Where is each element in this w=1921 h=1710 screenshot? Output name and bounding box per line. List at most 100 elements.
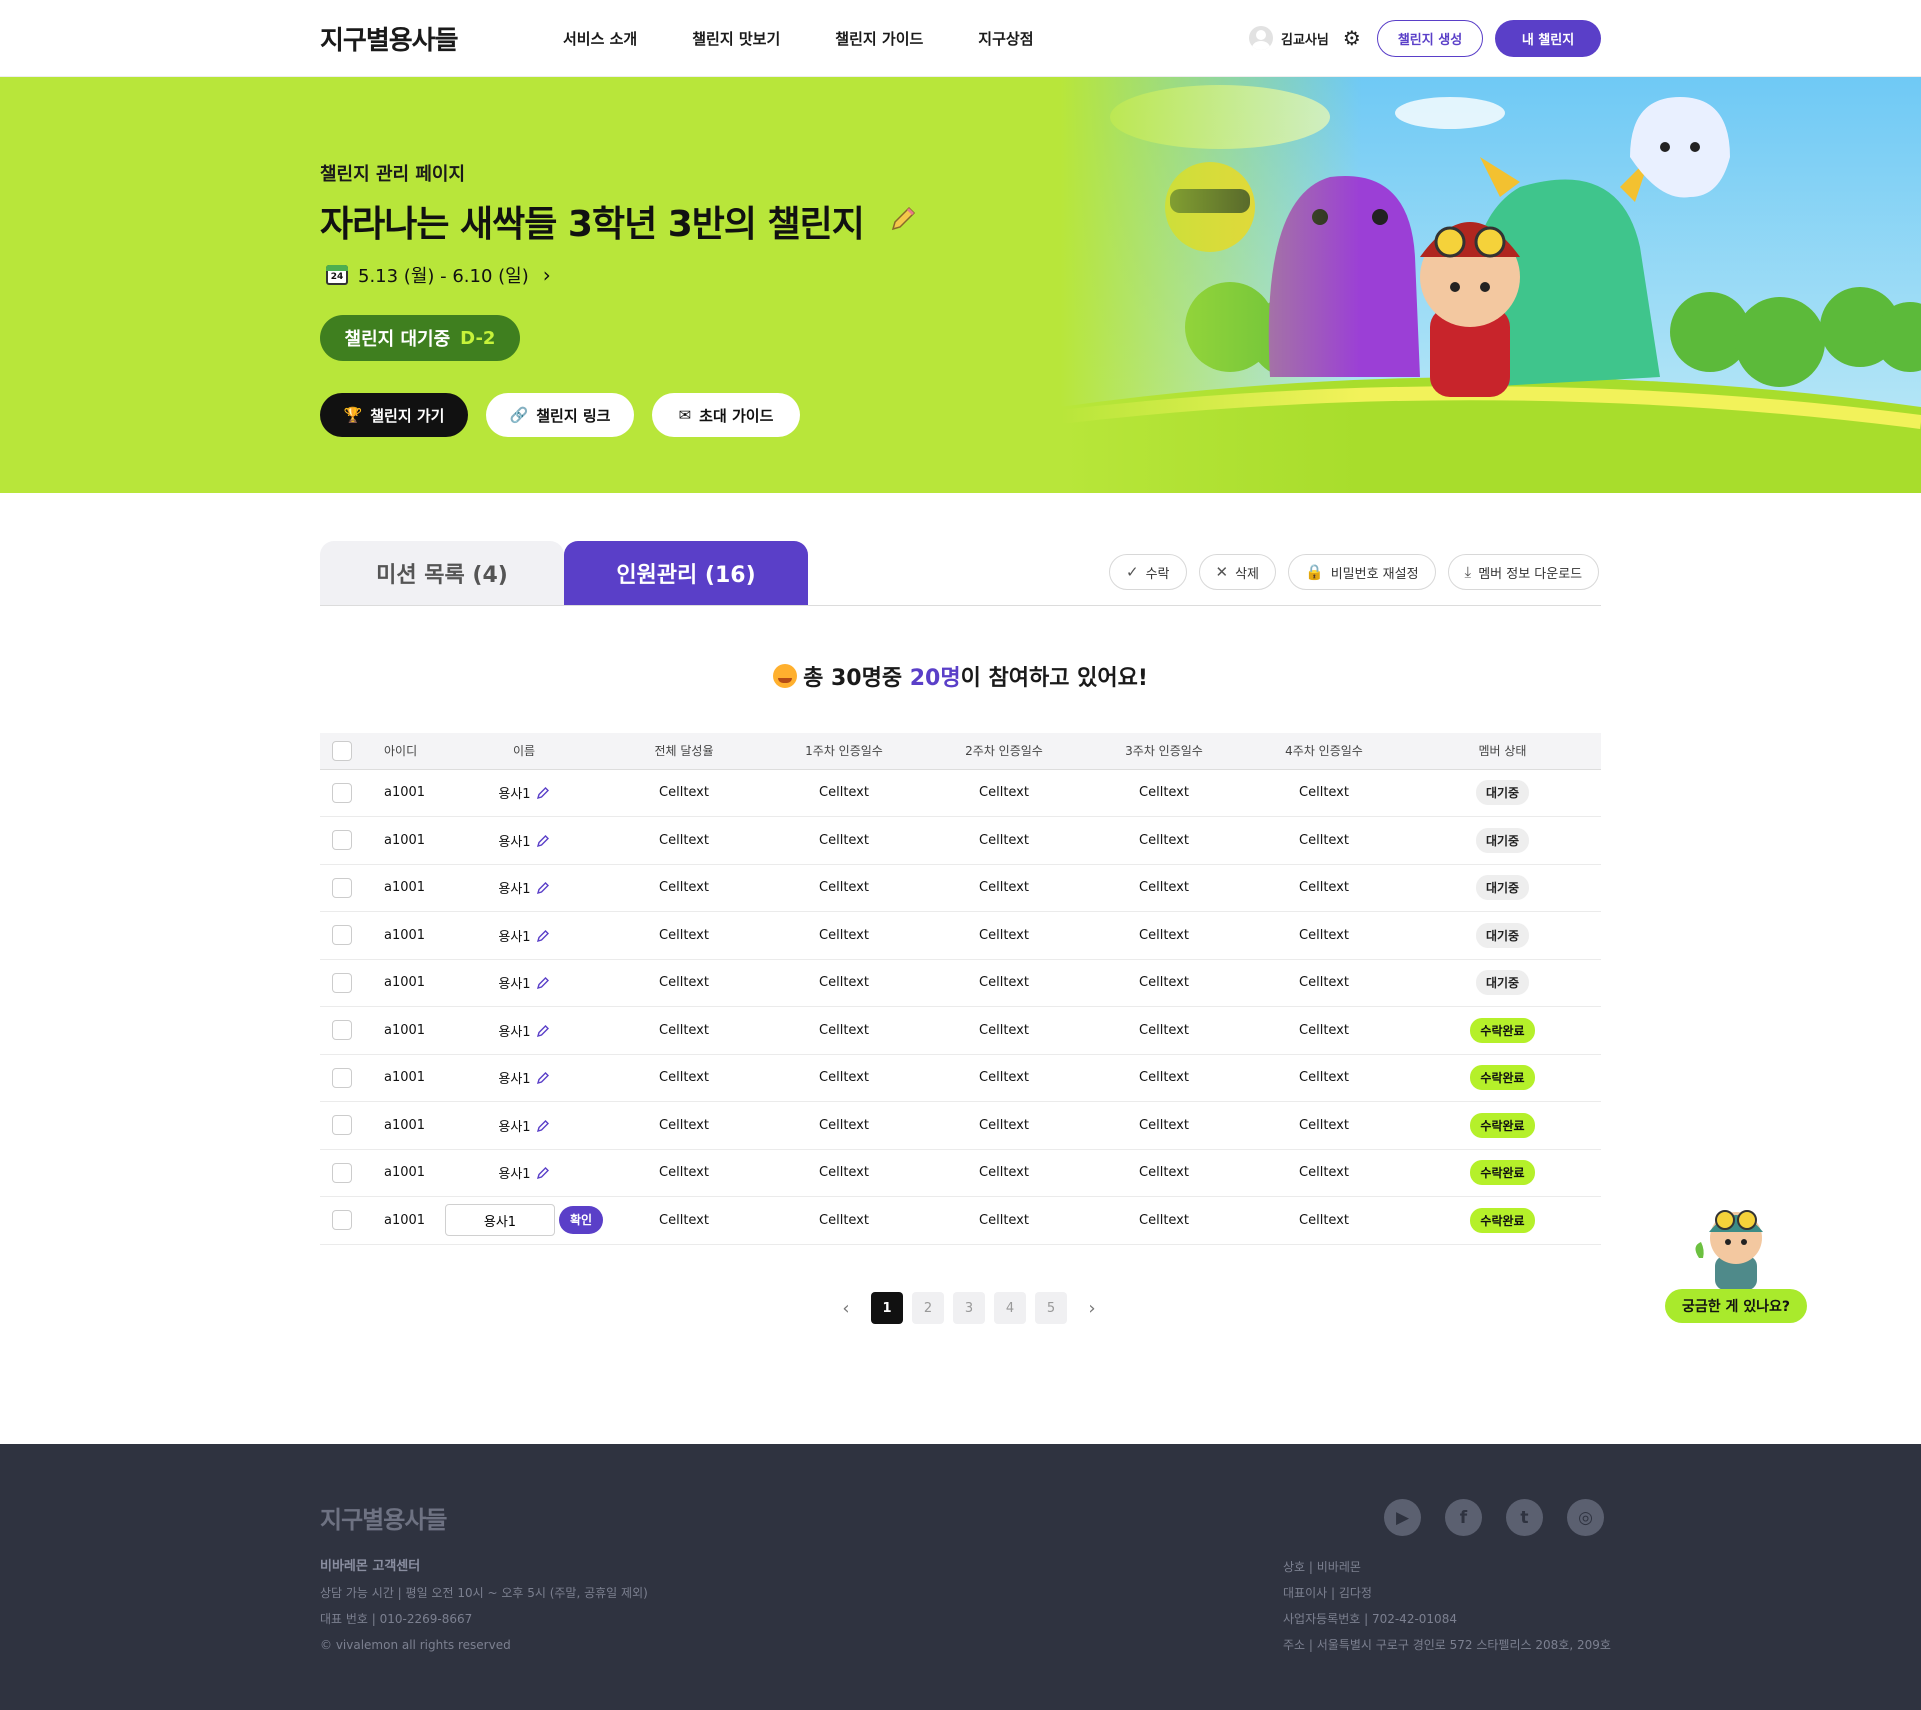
page-1[interactable]: 1 bbox=[871, 1292, 903, 1324]
row-checkbox[interactable] bbox=[332, 1020, 352, 1041]
table-row-editing[interactable]: a1001확인CelltextCelltextCelltextCelltextC… bbox=[320, 1196, 1601, 1245]
main-nav: 서비스 소개 챌린지 맛보기 챌린지 가이드 지구상점 bbox=[563, 28, 1089, 49]
row-checkbox[interactable] bbox=[332, 925, 352, 946]
nav-shop[interactable]: 지구상점 bbox=[978, 28, 1033, 49]
page-2[interactable]: 2 bbox=[912, 1292, 944, 1324]
row-checkbox[interactable] bbox=[332, 830, 352, 851]
go-challenge-button[interactable]: 🏆 챌린지 가기 bbox=[320, 393, 468, 437]
challenge-link-button[interactable]: 🔗 챌린지 링크 bbox=[486, 393, 634, 437]
cell-name: 용사1 bbox=[444, 911, 604, 960]
accept-button[interactable]: ✓ 수락 bbox=[1109, 554, 1187, 590]
nav-challenge-preview[interactable]: 챌린지 맛보기 bbox=[692, 28, 780, 49]
table-row[interactable]: a1001 용사1 Celltext Celltext Celltext Celltext… bbox=[320, 959, 1601, 1007]
status-badge: 챌린지 대기중 D-2 bbox=[320, 315, 520, 361]
edit-icon[interactable] bbox=[536, 834, 550, 848]
mail-icon: ✉ bbox=[678, 406, 692, 424]
edit-icon[interactable] bbox=[536, 929, 550, 943]
table-row[interactable]: a1001 용사1 Celltext Celltext Celltext Celltext… bbox=[320, 911, 1601, 960]
nav-service-intro[interactable]: 서비스 소개 bbox=[563, 28, 637, 49]
edit-icon[interactable] bbox=[536, 1119, 550, 1133]
row-checkbox[interactable] bbox=[332, 782, 352, 803]
delete-button[interactable]: ✕ 삭제 bbox=[1198, 554, 1276, 590]
cell-week4: Celltext bbox=[1244, 1196, 1404, 1245]
row-checkbox[interactable] bbox=[332, 877, 352, 898]
row-checkbox[interactable] bbox=[332, 972, 352, 993]
nav-challenge-guide[interactable]: 챌린지 가이드 bbox=[835, 28, 923, 49]
gear-icon[interactable]: ⚙ bbox=[1343, 26, 1361, 50]
row-checkbox[interactable] bbox=[332, 1162, 352, 1183]
footer-center-title: 비바레몬 고객센터 bbox=[320, 1559, 421, 1574]
top-header: 지구별용사들 서비스 소개 챌린지 맛보기 챌린지 가이드 지구상점 김교사님 … bbox=[0, 0, 1921, 77]
table-row[interactable]: a1001 용사1 Celltext Celltext Celltext Celltext… bbox=[320, 769, 1601, 817]
cell-week1: Celltext bbox=[764, 1149, 924, 1197]
tab-missions[interactable]: 미션 목록 (4) bbox=[320, 541, 564, 605]
invite-guide-button[interactable]: ✉ 초대 가이드 bbox=[652, 393, 800, 437]
create-challenge-button[interactable]: 챌린지 생성 bbox=[1377, 20, 1483, 57]
edit-icon[interactable] bbox=[536, 786, 550, 800]
summary-prefix: 총 30명중 bbox=[803, 666, 910, 691]
confirm-button[interactable]: 확인 bbox=[559, 1206, 603, 1235]
row-checkbox[interactable] bbox=[332, 1210, 352, 1231]
cell-week4: Celltext bbox=[1244, 959, 1404, 1007]
youtube-icon[interactable]: ▶ bbox=[1384, 1499, 1421, 1536]
col-week1: 1주차 인증일수 bbox=[764, 733, 924, 770]
table-row[interactable]: a1001 용사1 Celltext Celltext Celltext Celltext… bbox=[320, 1149, 1601, 1197]
cell-week1: Celltext bbox=[764, 769, 924, 817]
cell-week1: Celltext bbox=[764, 816, 924, 865]
table-row[interactable]: a1001 용사1 Celltext Celltext Celltext Celltext… bbox=[320, 1101, 1601, 1150]
member-name: 용사1 bbox=[498, 1119, 531, 1135]
cell-week2: Celltext bbox=[924, 1101, 1084, 1150]
row-checkbox[interactable] bbox=[332, 1067, 352, 1088]
cell-name: 용사1 bbox=[444, 1149, 604, 1197]
member-actions: ✓ 수락 ✕ 삭제 🔒 비밀번호 재설정 ⤓ 멤버 정보 다운로드 bbox=[1109, 554, 1600, 590]
table-row[interactable]: a1001 용사1 Celltext Celltext Celltext Celltext… bbox=[320, 1006, 1601, 1055]
challenge-date[interactable]: 24 5.13 (월) - 6.10 (일) › bbox=[326, 262, 551, 288]
status-badge: 수락완료 bbox=[1470, 1207, 1535, 1233]
next-page-button[interactable]: › bbox=[1076, 1292, 1108, 1324]
my-challenge-button[interactable]: 내 챌린지 bbox=[1495, 20, 1601, 57]
reset-password-button[interactable]: 🔒 비밀번호 재설정 bbox=[1288, 554, 1436, 590]
select-all-checkbox[interactable] bbox=[332, 740, 352, 761]
cell-week4: Celltext bbox=[1244, 769, 1404, 817]
edit-icon[interactable] bbox=[536, 1024, 550, 1038]
footer-copyright: © vivalemon all rights reserved bbox=[320, 1638, 511, 1652]
facebook-icon[interactable]: f bbox=[1445, 1499, 1482, 1536]
summary-highlight: 20명 bbox=[909, 666, 961, 691]
page-3[interactable]: 3 bbox=[953, 1292, 985, 1324]
edit-icon[interactable] bbox=[536, 976, 550, 990]
help-widget[interactable]: 궁금한 게 있나요? bbox=[1665, 1198, 1807, 1323]
download-button[interactable]: ⤓ 멤버 정보 다운로드 bbox=[1447, 554, 1600, 590]
page-4[interactable]: 4 bbox=[994, 1292, 1026, 1324]
row-checkbox[interactable] bbox=[332, 1115, 352, 1136]
instagram-icon[interactable]: ◎ bbox=[1567, 1499, 1604, 1536]
edit-icon[interactable] bbox=[536, 881, 550, 895]
table-row[interactable]: a1001 용사1 Celltext Celltext Celltext Celltext… bbox=[320, 816, 1601, 865]
cell-name: 용사1 bbox=[444, 1101, 604, 1150]
table-header-row: 아이디 이름 전체 달성율 1주차 인증일수 2주차 인증일수 3주차 인증일수… bbox=[320, 733, 1601, 770]
edit-icon[interactable] bbox=[536, 1166, 550, 1180]
table-row[interactable]: a1001 용사1 Celltext Celltext Celltext Celltext… bbox=[320, 1054, 1601, 1102]
cell-achievement: Celltext bbox=[604, 816, 764, 865]
cell-id: a1001 bbox=[364, 769, 444, 817]
help-label[interactable]: 궁금한 게 있나요? bbox=[1665, 1289, 1807, 1323]
cell-week3: Celltext bbox=[1084, 769, 1244, 817]
cell-id: a1001 bbox=[364, 816, 444, 865]
page-5[interactable]: 5 bbox=[1035, 1292, 1067, 1324]
name-edit-input[interactable] bbox=[445, 1204, 555, 1237]
cell-week2: Celltext bbox=[924, 816, 1084, 865]
prev-page-button[interactable]: ‹ bbox=[830, 1292, 862, 1324]
table-row[interactable]: a1001 용사1 Celltext Celltext Celltext Celltext… bbox=[320, 864, 1601, 912]
cell-week2: Celltext bbox=[924, 1196, 1084, 1245]
pagination: ‹ 1 2 3 4 5 › bbox=[830, 1292, 1108, 1324]
site-logo[interactable]: 지구별용사들 bbox=[320, 20, 459, 57]
cell-achievement: Celltext bbox=[604, 1196, 764, 1245]
cell-week4: Celltext bbox=[1244, 1006, 1404, 1055]
twitter-icon[interactable]: t bbox=[1506, 1499, 1543, 1536]
tab-members[interactable]: 인원관리 (16) bbox=[564, 541, 808, 605]
edit-icon[interactable] bbox=[536, 1071, 550, 1085]
status-badge: 수락완료 bbox=[1470, 1160, 1535, 1186]
avatar[interactable] bbox=[1249, 26, 1273, 50]
pencil-icon[interactable] bbox=[888, 204, 918, 234]
user-name[interactable]: 김교사님 bbox=[1281, 29, 1329, 48]
content-tabs: 미션 목록 (4) 인원관리 (16) bbox=[320, 541, 808, 605]
